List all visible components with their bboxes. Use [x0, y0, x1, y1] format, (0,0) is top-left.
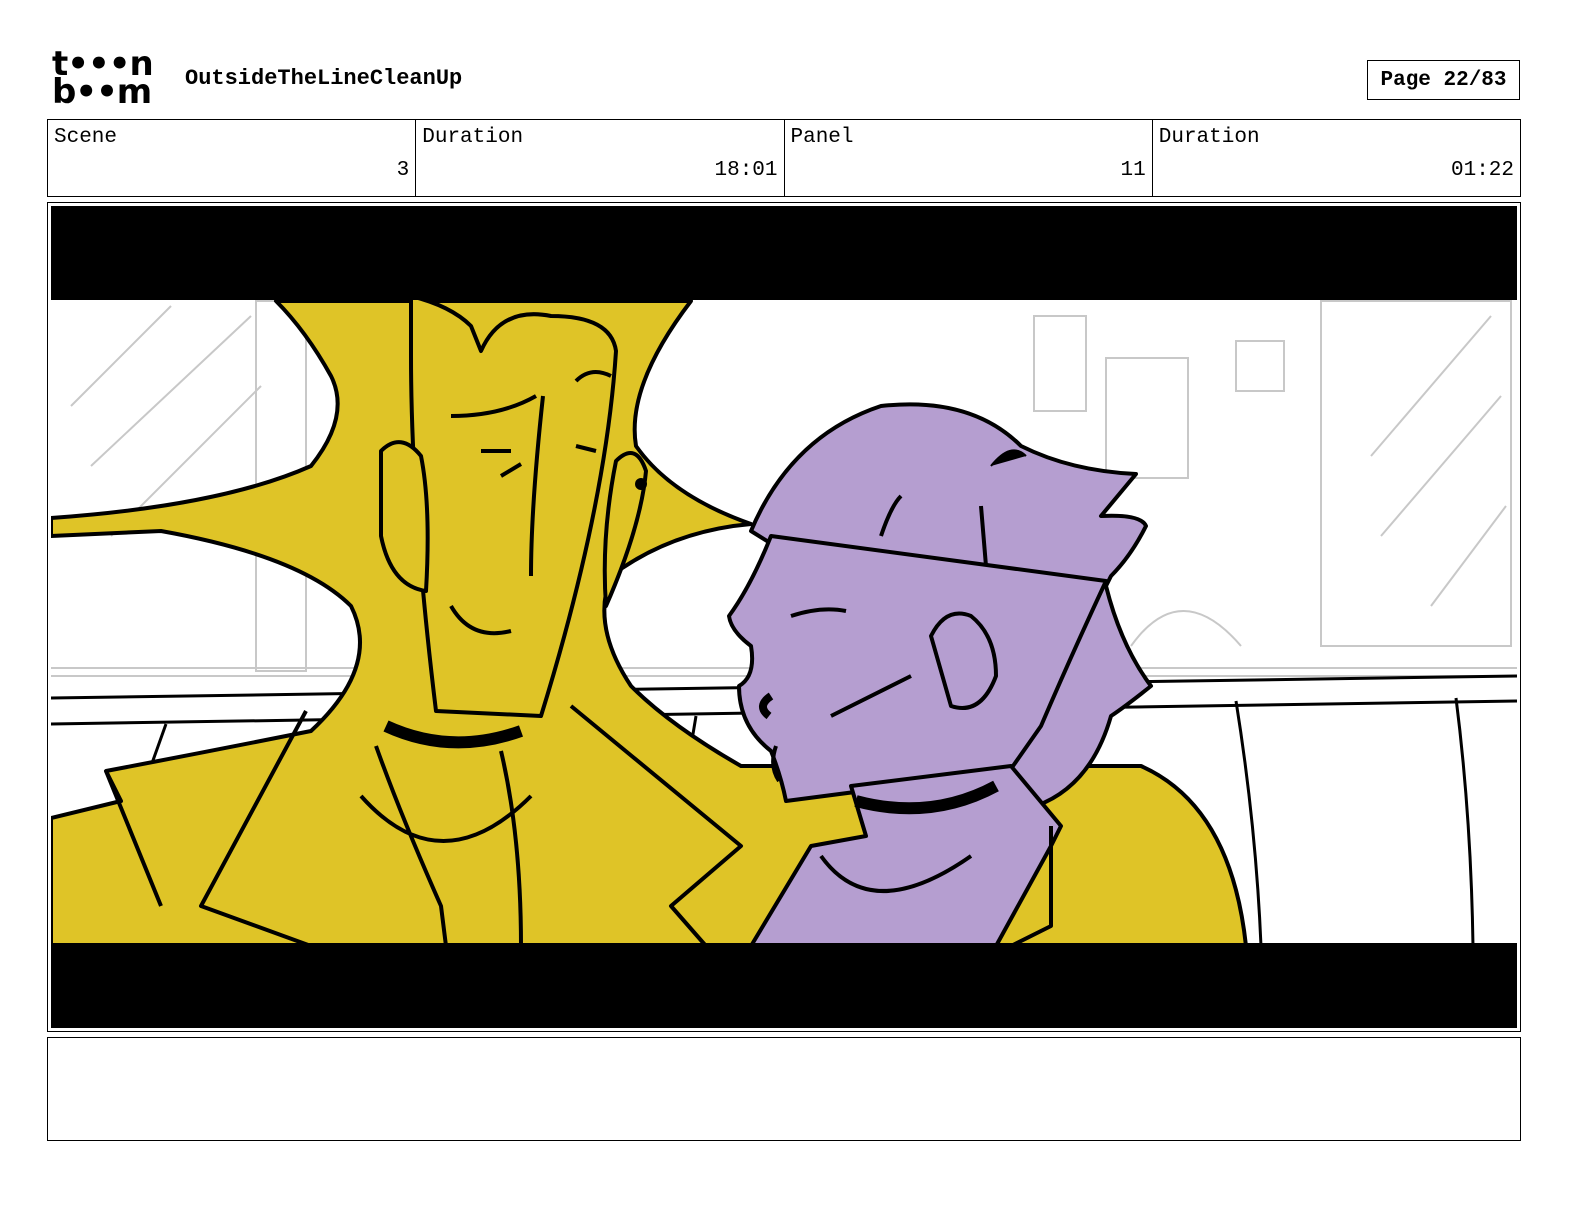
panel-cell: Panel 11: [785, 120, 1153, 196]
scene-duration-value: 18:01: [714, 159, 778, 182]
project-title: OutsideTheLineCleanUp: [185, 66, 463, 91]
panel-notes-box: [47, 1037, 1521, 1141]
panel-duration-label: Duration: [1158, 126, 1260, 149]
scene-value: 3: [396, 159, 410, 182]
panel-duration-value: 01:22: [1450, 159, 1514, 182]
panel-duration-cell: Duration 01:22: [1153, 120, 1520, 196]
letterbox-bottom: [51, 943, 1517, 1028]
storyboard-panel-image: [51, 206, 1517, 1028]
page-label: Page 22/83: [1380, 68, 1507, 92]
logo-text-bottom: b••m: [52, 72, 152, 112]
page-indicator: Page 22/83: [1367, 60, 1520, 100]
panel-value: 11: [1120, 159, 1146, 182]
toonboom-logo: t•••n b••m: [52, 47, 164, 112]
letterbox-top: [51, 206, 1517, 300]
scene-label: Scene: [54, 126, 118, 149]
scene-duration-label: Duration: [422, 126, 524, 149]
scene-cell: Scene 3: [48, 120, 417, 196]
panel-info-table: Scene 3 Duration 18:01 Panel 11 Duration…: [47, 119, 1521, 197]
panel-label: Panel: [790, 126, 854, 149]
scene-duration-cell: Duration 18:01: [416, 120, 785, 196]
